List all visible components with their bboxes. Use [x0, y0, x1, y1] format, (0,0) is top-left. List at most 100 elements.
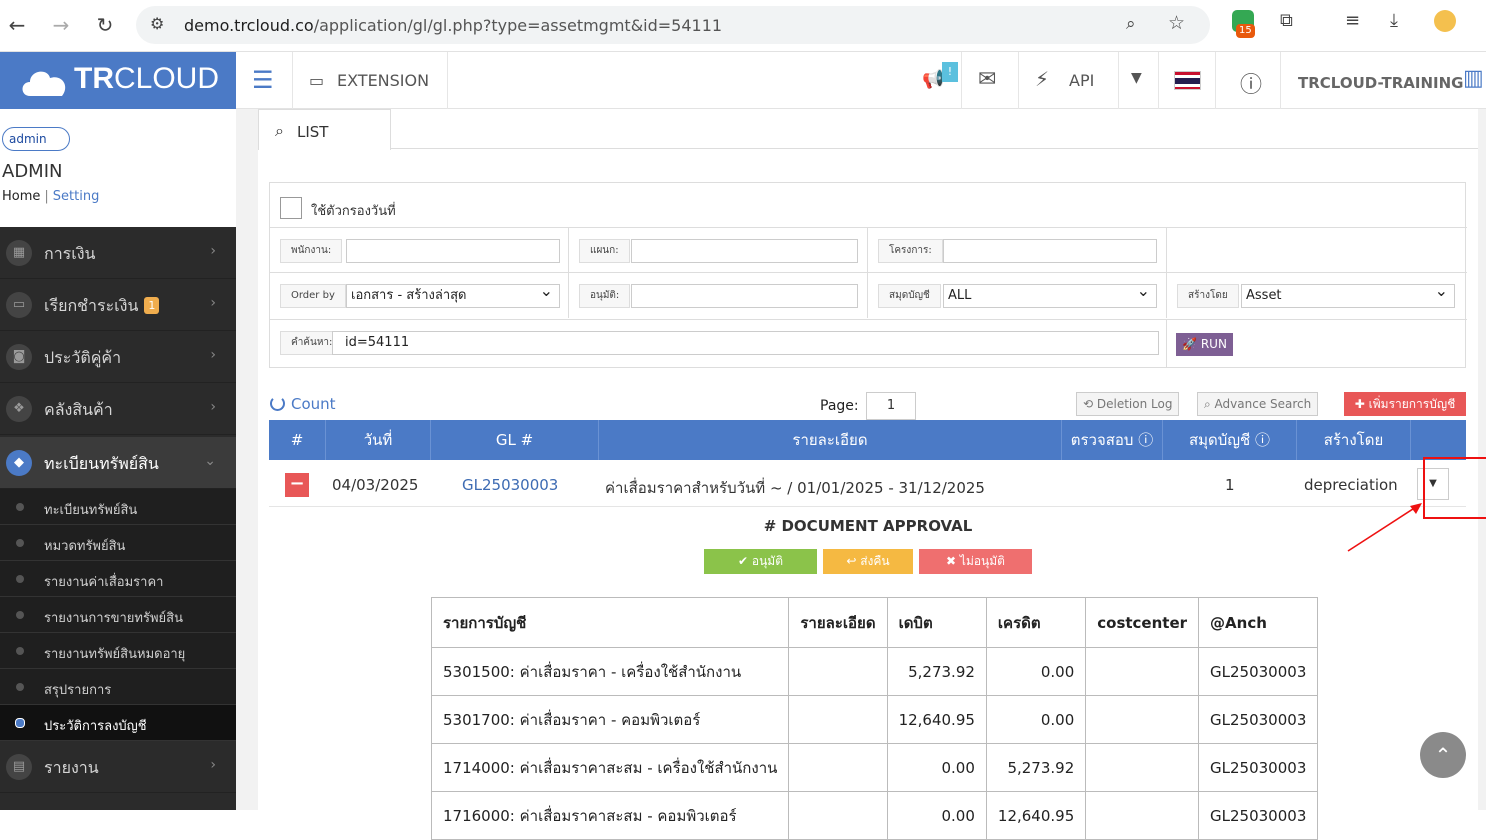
submenu-summary[interactable]: สรุปรายการ — [0, 669, 236, 705]
cloud-logo-icon — [22, 71, 66, 96]
sidebar-item-assets[interactable]: ◆ ทะเบียนทรัพย์สิน ⌄ — [0, 437, 236, 489]
chevron-right-icon: › — [210, 347, 216, 363]
download-icon[interactable]: ⤓ — [1390, 10, 1398, 31]
diamond-icon: ◆ — [6, 450, 32, 476]
count-link[interactable]: Count — [270, 395, 336, 413]
gl-link[interactable]: GL25030003 — [462, 476, 558, 494]
avatar: admin — [2, 127, 70, 151]
approve-input[interactable] — [631, 284, 858, 308]
department-input[interactable] — [631, 239, 858, 263]
media-icon[interactable]: ≡ — [1345, 10, 1360, 31]
table-row: 5301700: ค่าเสื่อมราคา - คอมพิวเตอร์ 12,6… — [430, 695, 1319, 744]
chevron-right-icon: › — [210, 757, 216, 773]
main-panel: ⌕ LIST ใช้ตัวกรองวันที่ พนักงาน: แผนก: โ… — [258, 109, 1486, 840]
puzzle-icon[interactable]: ⧉ — [1280, 10, 1293, 31]
back-icon[interactable]: ← — [2, 10, 32, 40]
table-row: − 04/03/2025 GL25030003 ค่าเสื่อมราคาสำห… — [269, 460, 1466, 507]
sidebar-item-contacts[interactable]: ◙ ประวัติคู่ค้า › — [0, 331, 236, 383]
sidebar-item-finance[interactable]: ▦ การเงิน › — [0, 227, 236, 279]
zoom-icon[interactable]: ⌕ — [1126, 14, 1136, 34]
submenu-posting-history[interactable]: ประวัติการลงบัญชี — [0, 705, 236, 741]
document-approval-title: # DOCUMENT APPROVAL — [763, 517, 973, 535]
orderby-select[interactable]: เอกสาร - สร้างล่าสุด — [346, 284, 560, 308]
sidebar-item-billing[interactable]: ▭ เรียกชำระเงิน 1 › — [0, 279, 236, 331]
setting-link[interactable]: Setting — [53, 189, 100, 204]
orderby-label: Order by — [280, 284, 346, 308]
site-settings-icon[interactable]: ⚙ — [150, 14, 164, 33]
annotation-highlight-box — [1423, 457, 1486, 519]
contact-icon: ◙ — [6, 344, 32, 370]
collapse-button[interactable]: − — [285, 473, 309, 497]
scroll-to-top-button[interactable]: ⌃ — [1420, 732, 1466, 778]
mail-icon: ✉ — [978, 67, 997, 92]
info-icon: ⓘ — [1138, 431, 1154, 449]
spinner-icon — [270, 396, 285, 411]
user-name: ADMIN — [2, 161, 63, 182]
employee-label: พนักงาน: — [280, 239, 343, 263]
mail-button[interactable]: ✉ — [962, 52, 1019, 109]
tab-bar: ⌕ LIST — [258, 109, 1478, 150]
journal-select[interactable]: ALL — [943, 284, 1157, 308]
submenu-asset-sale-report[interactable]: รายงานการขายทรัพย์สิน — [0, 597, 236, 633]
brand-logo[interactable]: TRCLOUD — [0, 52, 236, 109]
reload-icon[interactable]: ↻ — [90, 10, 120, 40]
sidebar: TRCLOUD admin ADMIN Home | Setting ▦ การเง… — [0, 52, 236, 810]
add-journal-button[interactable]: ✚ เพิ่มรายการบัญชี — [1344, 392, 1466, 416]
user-links: Home | Setting — [2, 189, 100, 204]
approve-label: อนุมัติ: — [579, 284, 631, 308]
app-header: ☰ ▭ EXTENSION 📢 ! ✉ ⚡ API ▼ ⓘ TRCLOUD-TR… — [236, 52, 1486, 109]
project-input[interactable] — [943, 239, 1157, 263]
extension-icon[interactable]: 15 — [1232, 10, 1255, 38]
chevron-right-icon: › — [210, 399, 216, 415]
run-button[interactable]: 🚀 RUN — [1176, 333, 1233, 356]
address-bar[interactable]: ⚙ demo.trcloud.co/application/gl/gl.php?… — [136, 6, 1210, 44]
sidebar-item-inventory[interactable]: ❖ คลังสินค้า › — [0, 383, 236, 435]
filter-panel: ใช้ตัวกรองวันที่ พนักงาน: แผนก: โครงการ: — [269, 182, 1467, 368]
date-filter-checkbox[interactable] — [280, 197, 302, 219]
filter-row-1: พนักงาน: แผนก: โครงการ: — [270, 228, 1467, 273]
advance-search-button[interactable]: ⌕ Advance Search — [1197, 392, 1319, 416]
help-button[interactable]: ⓘ — [1216, 52, 1281, 109]
journal-entries-table: รายการบัญชี รายละเอียด เดบิต เครดิต cost… — [430, 597, 1319, 840]
forward-icon[interactable]: → — [46, 10, 76, 40]
company-switcher[interactable]: TRCLOUD-TRAINING ▥ — [1281, 52, 1486, 109]
submenu-asset-register[interactable]: ทะเบียนทรัพย์สิน — [0, 489, 236, 525]
tab-list[interactable]: ⌕ LIST — [258, 109, 391, 150]
search-input[interactable]: id=54111 — [332, 331, 1159, 355]
profile-avatar-icon[interactable] — [1434, 10, 1456, 32]
extension-button[interactable]: ▭ EXTENSION — [293, 52, 448, 109]
deletion-log-button[interactable]: ⟲ Deletion Log — [1076, 392, 1180, 416]
chevron-up-icon: ⌃ — [1434, 743, 1452, 767]
language-button[interactable] — [1159, 52, 1216, 109]
reject-button[interactable]: ✖ ไม่อนุมัติ — [919, 549, 1032, 574]
search-icon: ⌕ — [275, 121, 284, 140]
sidebar-item-reports[interactable]: ▤ รายงาน › — [0, 741, 236, 793]
dropdown-button[interactable]: ▼ — [1119, 52, 1159, 109]
content-area: ⌕ LIST ใช้ตัวกรองวันที่ พนักงาน: แผนก: โ… — [236, 109, 1486, 840]
thai-flag-icon — [1174, 71, 1201, 90]
bookmark-star-icon[interactable]: ☆ — [1168, 12, 1185, 34]
boxes-icon: ❖ — [6, 396, 32, 422]
home-link[interactable]: Home — [2, 189, 40, 204]
employee-input[interactable] — [346, 239, 560, 263]
createdby-select[interactable]: Asset — [1241, 284, 1455, 308]
chevron-right-icon: › — [210, 243, 216, 259]
submenu-expired-asset-report[interactable]: รายงานทรัพย์สินหมดอายุ — [0, 633, 236, 669]
filter-row-date: ใช้ตัวกรองวันที่ — [270, 183, 1467, 228]
page-input[interactable]: 1 — [866, 392, 916, 420]
submenu-asset-category[interactable]: หมวดทรัพย์สิน — [0, 525, 236, 561]
table-row: รายการบัญชี รายละเอียด เดบิต เครดิต cost… — [430, 597, 1319, 648]
menu-toggle[interactable]: ☰ — [236, 52, 293, 109]
return-button[interactable]: ↩ ส่งคืน — [823, 549, 913, 574]
announcement-badge: ! — [942, 62, 958, 82]
caret-down-icon: ▼ — [1131, 70, 1142, 86]
submenu-depreciation-report[interactable]: รายงานค่าเสื่อมราคา — [0, 561, 236, 597]
announcement-button[interactable]: 📢 ! — [906, 52, 962, 109]
report-icon: ▤ — [6, 754, 32, 780]
api-button[interactable]: ⚡ API — [1019, 52, 1119, 109]
help-icon: ⓘ — [1240, 73, 1263, 98]
card-icon: ▭ — [6, 292, 32, 318]
chevron-right-icon: › — [210, 295, 216, 311]
approve-button[interactable]: ✔ อนุมัติ — [704, 549, 817, 574]
calendar-icon: ▦ — [6, 240, 32, 266]
